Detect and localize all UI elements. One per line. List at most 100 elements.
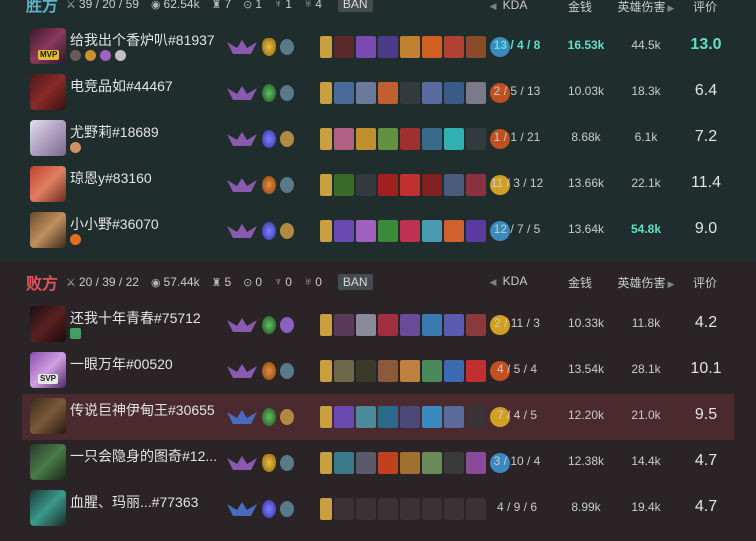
player-name[interactable]: 琼恩y#83160 (70, 168, 152, 188)
item-icon (334, 360, 354, 382)
player-row[interactable]: 电竞品如#44467 2 / 5 / 13 10.03k 18.3k 6.4 (22, 70, 734, 116)
gold-column-header[interactable]: 金钱 (560, 274, 600, 291)
summoner-spell-icon (320, 174, 332, 196)
item-icon (378, 360, 398, 382)
player-name[interactable]: 小小野#36070 (70, 214, 159, 234)
empty-item-slot (400, 82, 420, 104)
empty-item-slot (356, 498, 376, 520)
inhibitor-icon: ⊙ (243, 0, 253, 11)
keystone-rune-icon (262, 84, 276, 102)
empty-item-slot (378, 498, 398, 520)
score-value: 9.0 (694, 220, 718, 237)
secondary-rune-icon (280, 501, 294, 517)
score-value: 10.1 (690, 360, 722, 377)
item-icon (400, 128, 420, 150)
score-column-header[interactable]: 评价 (690, 274, 720, 291)
item-icon (400, 174, 420, 196)
player-row[interactable]: 琼恩y#83160 11 / 3 / 12 13.66k 22.1k 11.4 (22, 162, 734, 208)
champion-avatar (30, 166, 66, 202)
team-inhibitor-stat: ⊙ 0 (243, 275, 262, 289)
player-row[interactable]: 血腥、玛丽...#77363 4 / 9 / 6 8.99k 19.4k 4.7 (22, 486, 734, 532)
item-icon (378, 220, 398, 242)
item-icon (334, 314, 354, 336)
player-name[interactable]: 电竞品如#44467 (70, 76, 173, 96)
item-icon (356, 406, 376, 428)
player-row[interactable]: 小小野#36070 12 / 7 / 5 13.64k 54.8k 9.0 (22, 208, 734, 254)
gold-value: 12.38k (567, 454, 605, 468)
team-baron-value: 0 (285, 275, 292, 289)
team-dragon-stat: ♅ 0 (304, 275, 322, 289)
keystone-rune-icon (262, 222, 276, 240)
player-name[interactable]: 还我十年青春#75712 (70, 308, 201, 328)
item-icon (444, 36, 464, 58)
player-row[interactable]: 还我十年青春#75712 2 / 11 / 3 10.33k 11.8k 4.2 (22, 302, 734, 348)
item-icon (334, 452, 354, 474)
item-icon (356, 128, 376, 150)
player-name[interactable]: 尤野莉#18689 (70, 122, 159, 142)
score-value: 6.4 (694, 82, 718, 99)
item-icon (400, 36, 420, 58)
item-icon (334, 406, 354, 428)
item-icon (400, 220, 420, 242)
team-tower-stat: ♜ 7 (212, 0, 232, 11)
damage-column-header[interactable]: 英雄伤害 ▶ (612, 0, 680, 15)
empty-item-slot (422, 498, 442, 520)
ban-button[interactable]: BAN (337, 274, 373, 290)
item-icon (422, 360, 442, 382)
summoner-spell-icon (320, 36, 332, 58)
keystone-rune-icon (262, 316, 276, 334)
player-name[interactable]: 给我出个香炉叭#81937 (70, 30, 215, 50)
team-dragon-value: 0 (315, 275, 322, 289)
gold-column-header[interactable]: 金钱 (560, 0, 600, 15)
item-icon (422, 128, 442, 150)
champion-avatar (30, 306, 66, 342)
item-icon (378, 128, 398, 150)
player-tags (70, 50, 130, 61)
item-icon (378, 36, 398, 58)
secondary-rune-icon (280, 223, 294, 239)
score-value: 11.4 (691, 174, 721, 191)
player-row[interactable]: 尤野莉#18689 1 / 1 / 21 8.68k 6.1k 7.2 (22, 116, 734, 162)
player-name[interactable]: 血腥、玛丽...#77363 (70, 492, 198, 512)
damage-value: 44.5k (631, 38, 661, 52)
keystone-rune-icon (262, 176, 276, 194)
team-kda-value: 39 / 20 / 59 (78, 0, 139, 11)
sort-right-arrow-icon: ▶ (667, 279, 675, 289)
damage-column-header[interactable]: 英雄伤害 ▶ (612, 274, 680, 291)
rank-emblem-icon (227, 502, 257, 516)
summoner-spell-icon (320, 360, 332, 382)
item-icon (378, 452, 398, 474)
team-inhibitor-stat: ⊙ 1 (243, 0, 262, 11)
sort-right-arrow-icon: ▶ (667, 3, 675, 13)
ban-button[interactable]: BAN (337, 0, 373, 12)
summoner-spell-icon (320, 406, 332, 428)
item-icon (378, 82, 398, 104)
score-value: 4.7 (694, 498, 718, 515)
player-name[interactable]: 一眼万年#00520 (70, 354, 173, 374)
rank-emblem-icon (227, 410, 257, 424)
player-name[interactable]: 传说巨神伊甸王#30655 (70, 400, 215, 420)
team-tower-value: 7 (224, 0, 232, 11)
item-icon (400, 360, 420, 382)
item-icon (444, 128, 464, 150)
baron-icon: ♆ (274, 276, 283, 288)
player-tags (70, 328, 85, 339)
player-name[interactable]: 一只会隐身的图奇#12... (70, 446, 217, 466)
team-gold-value: 62.54k (163, 0, 200, 11)
player-row[interactable]: 传说巨神伊甸王#30655 7 / 4 / 5 12.20k 21.0k 9.5 (22, 394, 734, 440)
item-icon (356, 36, 376, 58)
item-icon (378, 174, 398, 196)
champion-avatar (30, 398, 66, 434)
team-inhibitor-value: 0 (255, 275, 263, 289)
player-row[interactable]: MVP 给我出个香炉叭#81937 13 / 4 / 8 16.53k 44.5… (22, 24, 734, 70)
item-icon (334, 220, 354, 242)
team-dragon-value: 4 (315, 0, 322, 11)
team-kda-stat: ⚔ 20 / 39 / 22 (66, 275, 139, 289)
player-tags (70, 142, 85, 153)
gold-value: 10.03k (567, 84, 605, 98)
player-row[interactable]: 一只会隐身的图奇#12... 3 / 10 / 4 12.38k 14.4k 4… (22, 440, 734, 486)
rank-emblem-icon (227, 132, 257, 146)
player-row[interactable]: SVP 一眼万年#00520 4 / 5 / 4 13.54k 28.1k 10… (22, 348, 734, 394)
score-column-header[interactable]: 评价 (690, 0, 720, 15)
crossed-swords-icon: ⚔ (66, 276, 76, 289)
